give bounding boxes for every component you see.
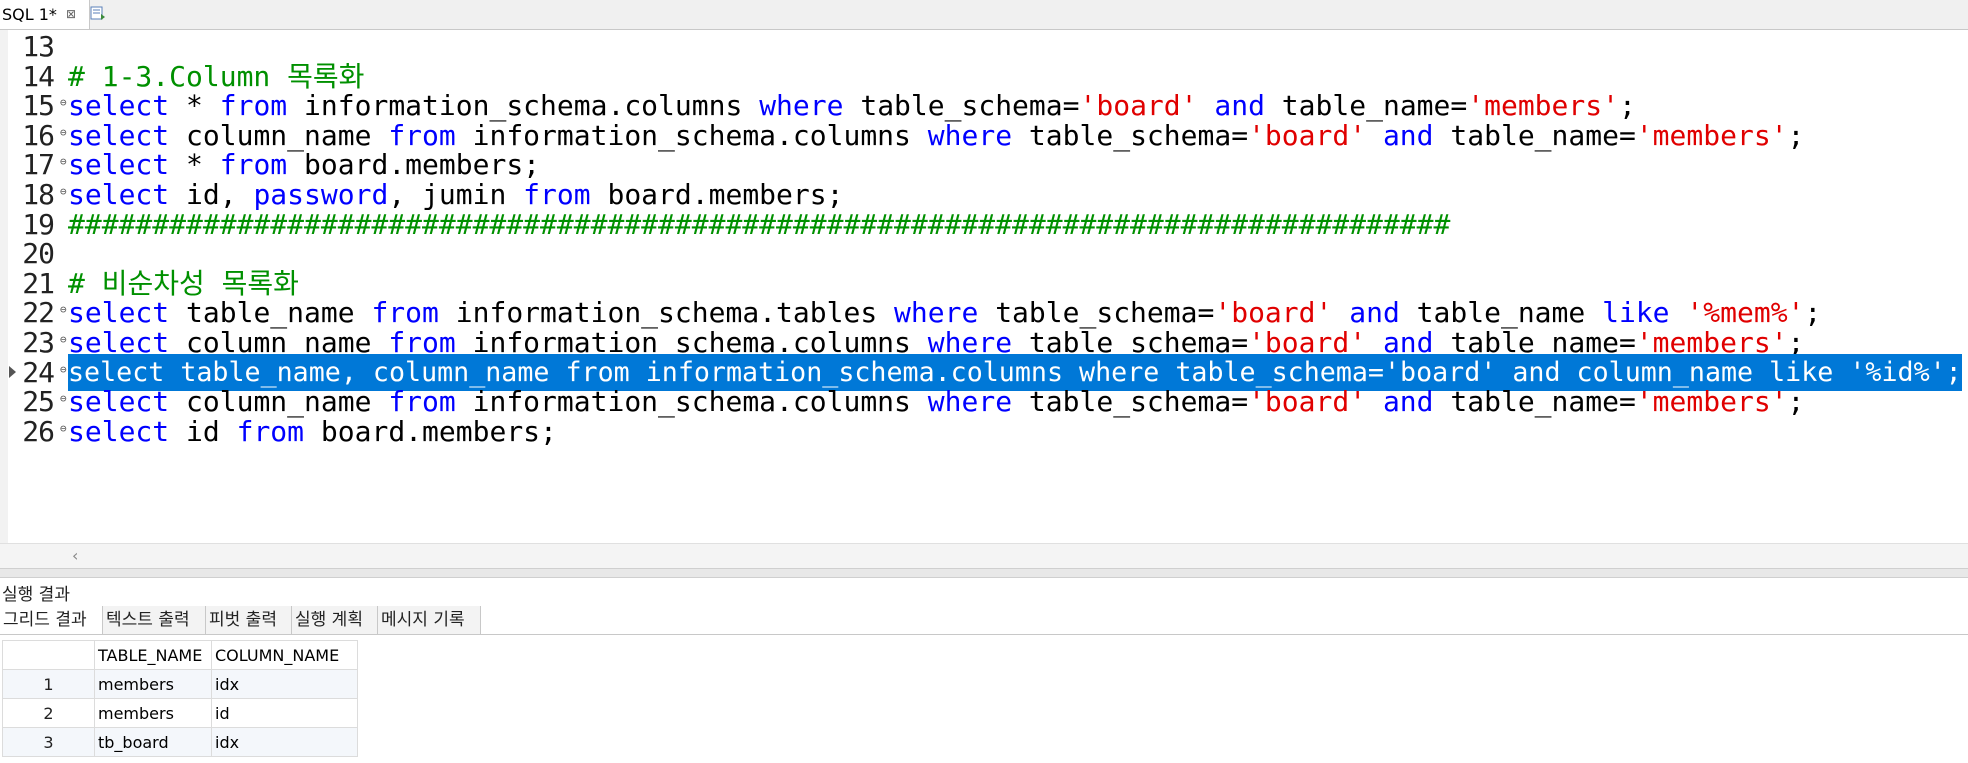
sql-token: id [169, 414, 237, 448]
tab-label: SQL 1* [2, 5, 57, 24]
tab-message-history[interactable]: 메시지 기록 [378, 606, 481, 634]
table-row[interactable]: 2 members id [2, 698, 358, 728]
fold-marker-icon[interactable]: ⊖ [60, 422, 67, 435]
fold-marker-icon[interactable]: ⊖ [60, 186, 67, 198]
tab-execution-plan[interactable]: 실행 계획 [292, 606, 378, 634]
tab-grid-results[interactable]: 그리드 결과 [0, 606, 103, 634]
new-tab-icon[interactable] [90, 5, 106, 21]
scroll-left-icon[interactable]: ‹ [72, 546, 78, 565]
sql-keyword: select [68, 414, 170, 448]
fold-marker-icon[interactable]: ⊖ [60, 126, 67, 139]
row-number: 1 [2, 669, 95, 699]
fold-marker-icon[interactable]: ⊖ [60, 334, 67, 346]
code-line[interactable]: 26 ⊖ select id from board.members; [0, 413, 1968, 450]
column-header-column-name[interactable]: COLUMN_NAME [211, 640, 358, 670]
cell-table-name[interactable]: tb_board [94, 727, 212, 757]
cell-table-name[interactable]: members [94, 698, 212, 728]
row-number-header [2, 640, 95, 670]
horizontal-scrollbar[interactable]: ‹ [0, 543, 1968, 568]
row-number: 2 [2, 698, 95, 728]
table-row[interactable]: 1 members idx [2, 669, 358, 699]
sql-token: board.members; [304, 414, 557, 448]
row-number: 3 [2, 727, 95, 757]
line-number: 26 [22, 414, 55, 448]
fold-marker-icon[interactable]: ⊖ [60, 304, 67, 316]
panel-splitter[interactable] [0, 568, 1968, 578]
table-row[interactable]: 3 tb_board idx [2, 727, 358, 757]
code-text[interactable]: select id from board.members; [68, 413, 557, 450]
sql-keyword: from [236, 414, 305, 448]
cell-column-name[interactable]: idx [211, 727, 358, 757]
column-header-table-name[interactable]: TABLE_NAME [94, 640, 212, 670]
tab-sql-1[interactable]: SQL 1* ⊠ [0, 0, 90, 29]
fold-marker-icon[interactable]: ⊖ [60, 363, 67, 376]
cell-column-name[interactable]: idx [211, 669, 358, 699]
cell-column-name[interactable]: id [211, 698, 358, 728]
fold-marker-icon[interactable]: ⊖ [60, 393, 67, 405]
tab-pivot-output[interactable]: 피벗 출력 [206, 606, 292, 634]
results-tab-bar: 그리드 결과 텍스트 출력 피벗 출력 실행 계획 메시지 기록 [0, 606, 1968, 635]
close-icon[interactable]: ⊠ [66, 0, 76, 28]
results-panel-title: 실행 결과 [2, 585, 70, 605]
results-grid[interactable]: TABLE_NAME COLUMN_NAME 1 members idx 2 m… [2, 640, 358, 757]
cell-table-name[interactable]: members [94, 669, 212, 699]
fold-marker-icon[interactable]: ⊖ [60, 97, 67, 109]
grid-header-row: TABLE_NAME COLUMN_NAME [2, 640, 358, 670]
sql-editor[interactable]: 13 14 # 1-3.Column 목록화 15 ⊖ select * from inf… [0, 30, 1968, 568]
tab-text-output[interactable]: 텍스트 출력 [103, 606, 206, 634]
editor-tab-strip: SQL 1* ⊠ [0, 0, 1968, 30]
fold-marker-icon[interactable]: ⊖ [60, 156, 67, 168]
